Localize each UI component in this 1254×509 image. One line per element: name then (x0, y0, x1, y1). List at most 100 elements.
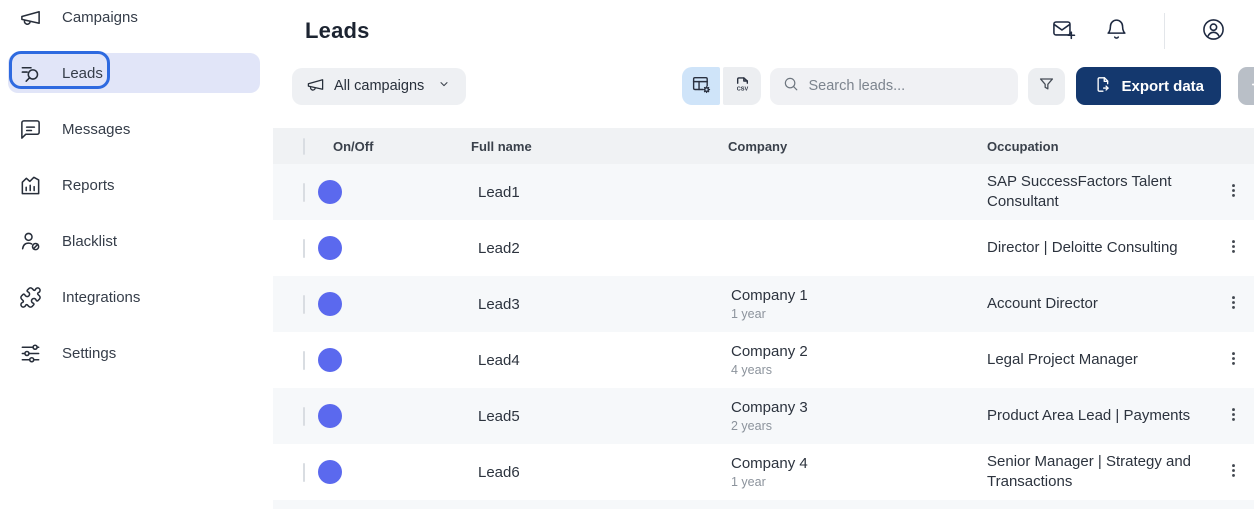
column-settings-toggle[interactable] (682, 67, 721, 105)
sidebar: Campaigns Leads Messages Reports Blackli… (0, 0, 273, 509)
row-checkbox[interactable] (303, 462, 305, 482)
account-icon (1201, 17, 1226, 45)
search-box (770, 67, 1019, 105)
company-name: Company 4 (731, 455, 808, 472)
export-file-icon (1093, 75, 1112, 98)
export-data-button[interactable]: Export data (1076, 67, 1221, 105)
row-menu-button[interactable] (1219, 401, 1249, 431)
kebab-menu-icon (1224, 181, 1243, 203)
row-menu-button[interactable] (1219, 289, 1249, 319)
sidebar-item-settings[interactable]: Settings (8, 333, 260, 373)
column-header-fullname: Full name (471, 138, 532, 154)
sidebar-item-integrations[interactable]: Integrations (8, 277, 260, 317)
sidebar-item-blacklist[interactable]: Blacklist (8, 221, 260, 261)
row-checkbox[interactable] (303, 182, 305, 202)
row-menu-button[interactable] (1219, 457, 1249, 487)
sidebar-item-label: Leads (62, 64, 103, 82)
row-checkbox[interactable] (303, 350, 305, 370)
funnel-icon (1037, 75, 1056, 97)
toolbar: All campaigns CSV Search leads... Export… (273, 67, 1254, 105)
row-checkbox[interactable] (303, 294, 305, 314)
row-checkbox[interactable] (303, 406, 305, 426)
sidebar-item-messages[interactable]: Messages (8, 109, 260, 149)
row-checkbox[interactable] (303, 238, 305, 258)
lead-name: Lead4 (478, 351, 520, 369)
lead-occupation: Director | Deloitte Consulting (987, 238, 1178, 256)
plus-icon (1248, 74, 1254, 98)
csv-view-toggle[interactable]: CSV (723, 67, 762, 105)
campaign-filter-label: All campaigns (334, 78, 425, 94)
lead-name: Lead2 (478, 239, 520, 257)
sidebar-item-leads[interactable]: Leads (8, 51, 260, 93)
kebab-menu-icon (1224, 461, 1243, 483)
lead-company: Company 4 1 year (728, 455, 987, 489)
column-header-onoff: On/Off (333, 138, 374, 154)
row-menu-button[interactable] (1219, 233, 1249, 263)
main-content: Leads All campaigns CSV Search leads... … (273, 0, 1254, 509)
lead-company: Company 3 2 years (728, 399, 987, 433)
sidebar-nav: Campaigns Leads Messages Reports Blackli… (0, 0, 273, 373)
campaign-filter-dropdown[interactable]: All campaigns (292, 67, 467, 105)
lead-occupation: SAP SuccessFactors Talent Consultant (987, 172, 1172, 210)
lead-name: Lead3 (478, 295, 520, 313)
column-header-company: Company (728, 138, 788, 154)
search-input[interactable] (808, 78, 1007, 94)
lead-search-icon (19, 62, 42, 85)
chat-bubble-icon (19, 118, 42, 141)
table-row: Lead3 Company 1 1 year Account Director (273, 276, 1254, 332)
svg-text:CSV: CSV (737, 86, 749, 92)
select-all-checkbox[interactable] (303, 137, 305, 155)
company-tenure: 2 years (731, 419, 772, 433)
add-button[interactable] (1238, 67, 1254, 105)
lead-name: Lead5 (478, 407, 520, 425)
filter-button[interactable] (1028, 67, 1066, 105)
kebab-menu-icon (1224, 349, 1243, 371)
leads-table: On/Off Full name Company Occupation Lead… (273, 128, 1254, 509)
table-settings-icon (691, 74, 712, 98)
table-row: Lead5 Company 3 2 years Product Area Lea… (273, 388, 1254, 444)
app-root: Campaigns Leads Messages Reports Blackli… (0, 0, 1254, 509)
row-menu-button[interactable] (1219, 345, 1249, 375)
megaphone-icon (19, 6, 42, 29)
lead-name: Lead6 (478, 463, 520, 481)
sidebar-item-label: Messages (62, 120, 131, 138)
lead-company: Company 2 4 years (728, 343, 987, 377)
company-name: Company 2 (731, 343, 808, 360)
sidebar-item-reports[interactable]: Reports (8, 165, 260, 205)
company-tenure: 1 year (731, 475, 766, 489)
sidebar-item-campaigns[interactable]: Campaigns (8, 0, 260, 37)
notifications-button[interactable] (1103, 18, 1129, 44)
sidebar-item-label: Settings (62, 344, 117, 362)
kebab-menu-icon (1224, 293, 1243, 315)
table-row: Lead4 Company 2 4 years Legal Project Ma… (273, 332, 1254, 388)
csv-file-icon: CSV (732, 74, 753, 98)
column-header-occupation: Occupation (987, 138, 1059, 154)
lead-company (728, 191, 987, 194)
table-body: Lead1 SAP SuccessFactors Talent Consulta… (273, 164, 1254, 500)
topbar: Leads (273, 0, 1254, 62)
sidebar-item-label: Blacklist (62, 232, 118, 250)
lead-occupation: Account Director (987, 294, 1098, 312)
lead-occupation: Legal Project Manager (987, 350, 1138, 368)
next-row-edge (273, 500, 1254, 509)
row-menu-button[interactable] (1219, 177, 1249, 207)
kebab-menu-icon (1224, 405, 1243, 427)
lead-name: Lead1 (478, 183, 520, 201)
table-row: Lead2 Director | Deloitte Consulting (273, 220, 1254, 276)
sliders-icon (19, 342, 42, 365)
puzzle-icon (19, 286, 42, 309)
bell-icon (1104, 17, 1129, 45)
company-name: Company 3 (731, 399, 808, 416)
lead-company (728, 247, 987, 250)
topbar-actions (1050, 13, 1226, 49)
table-row: Lead1 SAP SuccessFactors Talent Consulta… (273, 164, 1254, 220)
user-block-icon (19, 230, 42, 253)
account-button[interactable] (1200, 18, 1226, 44)
table-row: Lead6 Company 4 1 year Senior Manager | … (273, 444, 1254, 500)
search-icon (782, 75, 800, 98)
divider (1164, 13, 1165, 49)
chart-report-icon (19, 174, 42, 197)
company-name: Company 1 (731, 287, 808, 304)
new-message-button[interactable] (1050, 18, 1076, 44)
sidebar-item-label: Campaigns (62, 8, 138, 26)
